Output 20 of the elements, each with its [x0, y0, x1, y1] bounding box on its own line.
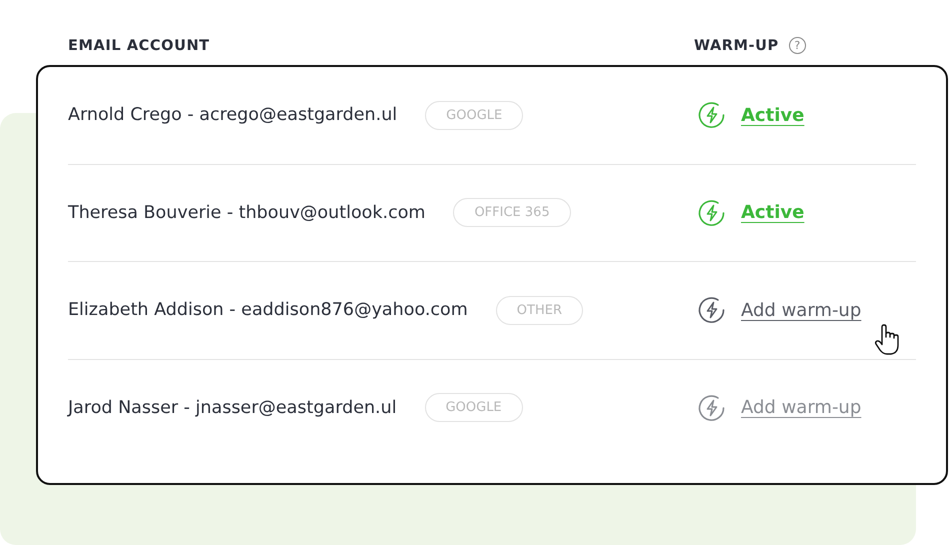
email-account: Jarod Nasser - jnasser@eastgarden.ul	[68, 398, 397, 418]
lightning-icon	[697, 295, 727, 326]
provider-tag: GOOGLE	[424, 393, 523, 422]
lightning-icon	[697, 100, 727, 130]
column-header: EMAIL ACCOUNT	[68, 38, 211, 54]
active-link[interactable]: Active	[741, 104, 804, 126]
email-account: Elizabeth Addison - eaddison876@yahoo.com	[68, 300, 468, 320]
lightning-icon	[697, 392, 727, 423]
email-account: Theresa Bouverie - thbouv@outlook.com	[68, 202, 426, 223]
provider-tag: GOOGLE	[425, 100, 524, 130]
hand-cursor-icon	[874, 324, 900, 356]
add-warmup-link[interactable]: Add warm-up	[741, 300, 862, 321]
active-link[interactable]: Active	[741, 202, 804, 224]
provider-tag: OFFICE 365	[453, 198, 571, 228]
help-icon[interactable]: ?	[788, 37, 806, 54]
email-account: Arnold Crego - acrego@eastgarden.ul	[68, 105, 398, 126]
lightning-icon	[697, 198, 727, 228]
provider-tag: OTHER	[496, 296, 583, 325]
column-header: WARM-UP	[694, 38, 779, 54]
add-warmup-link[interactable]: Add warm-up	[741, 397, 862, 418]
